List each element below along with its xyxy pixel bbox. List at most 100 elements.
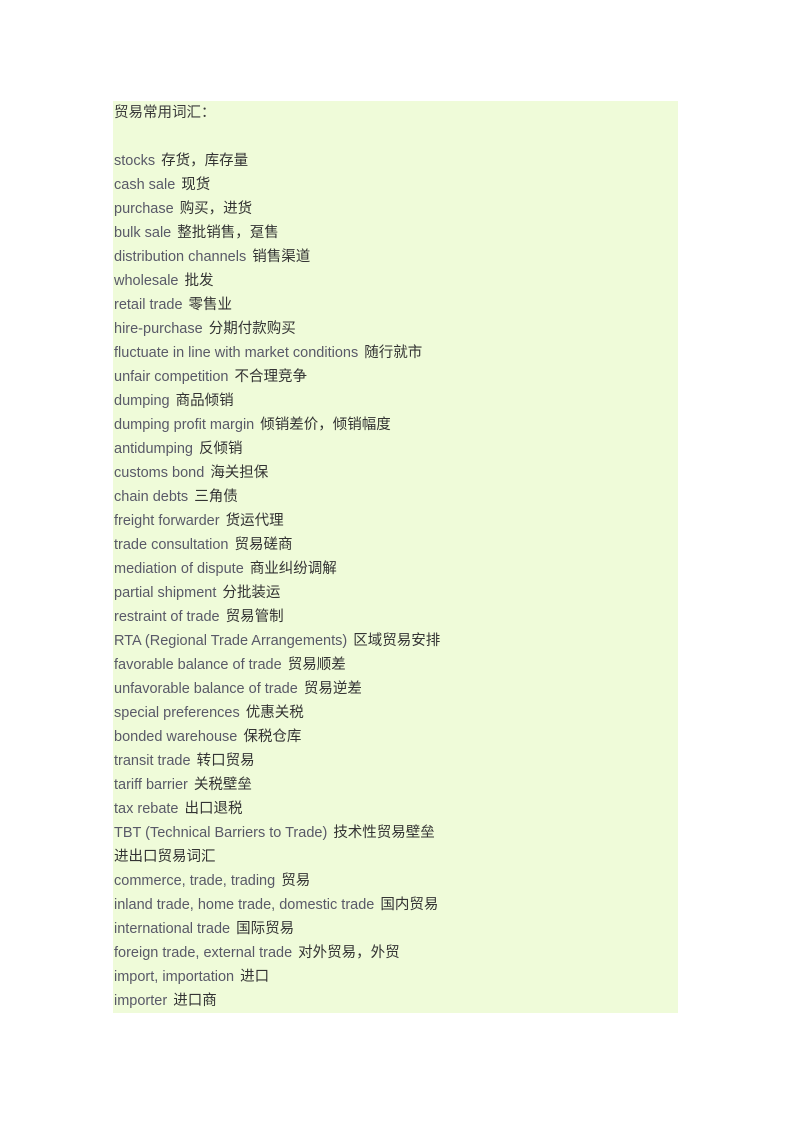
entry-term-chinese: 反倾销 [199, 441, 243, 457]
vocabulary-entry: freight forwarder 货运代理 [113, 509, 678, 533]
entry-term-chinese: 海关担保 [210, 465, 269, 481]
page-title: 贸易常用词汇： [114, 105, 216, 121]
entry-term-chinese: 进口商 [173, 993, 217, 1009]
vocabulary-entry: unfavorable balance of trade 贸易逆差 [113, 677, 678, 701]
entry-term-english: tax rebate [114, 801, 179, 817]
vocabulary-entry: commerce, trade, trading 贸易 [113, 869, 678, 893]
vocabulary-entry: transit trade 转口贸易 [113, 749, 678, 773]
entry-term-english: transit trade [114, 753, 191, 769]
entry-term-chinese: 技术性贸易壁垒 [333, 825, 435, 841]
entry-term-chinese: 商品倾销 [175, 393, 234, 409]
entry-term-chinese: 三角债 [194, 489, 238, 505]
entry-term-english: partial shipment [114, 585, 217, 601]
entry-term-chinese: 对外贸易，外贸 [298, 945, 400, 961]
entry-term-english: bulk sale [114, 225, 172, 241]
entry-term-english: import, importation [114, 969, 235, 985]
vocabulary-entry: purchase 购买，进货 [113, 197, 678, 221]
entry-term-english: cash sale [114, 177, 176, 193]
entry-term-english: TBT (Technical Barriers to Trade) [114, 825, 328, 841]
entry-term-chinese: 不合理竞争 [234, 369, 307, 385]
entry-term-chinese: 分批装运 [222, 585, 281, 601]
entry-term-chinese: 随行就市 [364, 345, 423, 361]
vocabulary-entry: customs bond 海关担保 [113, 461, 678, 485]
vocabulary-entry: stocks 存货，库存量 [113, 149, 678, 173]
entry-term-chinese: 国际贸易 [236, 921, 295, 937]
entry-term-english: restraint of trade [114, 609, 220, 625]
vocabulary-entry: inland trade, home trade, domestic trade… [113, 893, 678, 917]
entry-term-english: dumping profit margin [114, 417, 255, 433]
entry-term-english: stocks [114, 153, 156, 169]
vocabulary-entry: foreign trade, external trade 对外贸易，外贸 [113, 941, 678, 965]
vocabulary-entry: bonded warehouse 保税仓库 [113, 725, 678, 749]
vocabulary-entry: TBT (Technical Barriers to Trade) 技术性贸易壁… [113, 821, 678, 845]
vocabulary-entry: 进出口贸易词汇 [113, 845, 678, 869]
entry-term-english: inland trade, home trade, domestic trade [114, 897, 375, 913]
blank-separator-line [113, 125, 678, 149]
entry-term-chinese: 转口贸易 [196, 753, 255, 769]
entry-term-english: customs bond [114, 465, 205, 481]
entry-term-english: foreign trade, external trade [114, 945, 293, 961]
entry-term-chinese: 贸易 [281, 873, 311, 889]
vocabulary-entry: dumping profit margin 倾销差价，倾销幅度 [113, 413, 678, 437]
entry-term-english: unfair competition [114, 369, 229, 385]
entry-term-english: freight forwarder [114, 513, 220, 529]
entry-term-english: antidumping [114, 441, 193, 457]
entry-term-chinese: 分期付款购买 [208, 321, 296, 337]
entry-term-chinese: 货运代理 [225, 513, 284, 529]
vocabulary-entry: hire-purchase 分期付款购买 [113, 317, 678, 341]
entry-term-english: bonded warehouse [114, 729, 238, 745]
vocabulary-entry: distribution channels 销售渠道 [113, 245, 678, 269]
vocabulary-entry: chain debts 三角债 [113, 485, 678, 509]
vocabulary-entry: RTA (Regional Trade Arrangements) 区域贸易安排 [113, 629, 678, 653]
vocabulary-entry: import, importation 进口 [113, 965, 678, 989]
entry-term-chinese: 存货，库存量 [161, 153, 249, 169]
entry-term-chinese: 倾销差价，倾销幅度 [260, 417, 391, 433]
vocabulary-entry: restraint of trade 贸易管制 [113, 605, 678, 629]
entry-term-english: mediation of dispute [114, 561, 244, 577]
vocabulary-entry: unfair competition 不合理竞争 [113, 365, 678, 389]
entry-term-english: distribution channels [114, 249, 247, 265]
entry-term-chinese: 商业纠纷调解 [249, 561, 337, 577]
document-page: 贸易常用词汇： stocks 存货，库存量 cash sale 现货 purchas… [0, 0, 794, 1123]
vocabulary-entry: antidumping 反倾销 [113, 437, 678, 461]
vocabulary-entry: bulk sale 整批销售，趸售 [113, 221, 678, 245]
entry-term-chinese: 贸易顺差 [287, 657, 346, 673]
entry-term-english: special preferences [114, 705, 240, 721]
entry-term-chinese: 购买，进货 [179, 201, 253, 217]
entry-term-chinese: 进出口贸易词汇 [114, 849, 216, 865]
entry-term-english: favorable balance of trade [114, 657, 282, 673]
vocabulary-entry: tax rebate 出口退税 [113, 797, 678, 821]
entry-term-chinese: 贸易磋商 [234, 537, 293, 553]
vocabulary-list: stocks 存货，库存量 cash sale 现货 purchase 购买，进货 b… [113, 149, 678, 1013]
vocabulary-entry: wholesale 批发 [113, 269, 678, 293]
vocabulary-entry: partial shipment 分批装运 [113, 581, 678, 605]
entry-term-english: purchase [114, 201, 174, 217]
entry-term-english: fluctuate in line with market conditions [114, 345, 359, 361]
vocabulary-entry: fluctuate in line with market conditions… [113, 341, 678, 365]
entry-term-english: retail trade [114, 297, 183, 313]
entry-term-chinese: 优惠关税 [245, 705, 304, 721]
vocabulary-entry: international trade 国际贸易 [113, 917, 678, 941]
vocabulary-entry: importer 进口商 [113, 989, 678, 1013]
entry-term-english: unfavorable balance of trade [114, 681, 298, 697]
entry-term-chinese: 销售渠道 [252, 249, 311, 265]
vocabulary-entry: mediation of dispute 商业纠纷调解 [113, 557, 678, 581]
entry-term-english: international trade [114, 921, 231, 937]
entry-term-chinese: 贸易管制 [225, 609, 284, 625]
entry-term-chinese: 贸易逆差 [303, 681, 362, 697]
entry-term-english: tariff barrier [114, 777, 188, 793]
entry-term-english: RTA (Regional Trade Arrangements) [114, 633, 348, 649]
vocabulary-entry: favorable balance of trade 贸易顺差 [113, 653, 678, 677]
vocabulary-entry: tariff barrier 关税壁垒 [113, 773, 678, 797]
entry-term-chinese: 批发 [184, 273, 214, 289]
vocabulary-entry: retail trade 零售业 [113, 293, 678, 317]
entry-term-chinese: 现货 [181, 177, 211, 193]
entry-term-english: wholesale [114, 273, 179, 289]
entry-term-chinese: 关税壁垒 [193, 777, 252, 793]
entry-term-english: chain debts [114, 489, 189, 505]
vocabulary-entry: special preferences 优惠关税 [113, 701, 678, 725]
entry-term-chinese: 区域贸易安排 [353, 633, 441, 649]
entry-term-english: importer [114, 993, 168, 1009]
entry-term-chinese: 整批销售，趸售 [177, 225, 279, 241]
highlighted-content-block: 贸易常用词汇： stocks 存货，库存量 cash sale 现货 purchas… [113, 101, 678, 1013]
